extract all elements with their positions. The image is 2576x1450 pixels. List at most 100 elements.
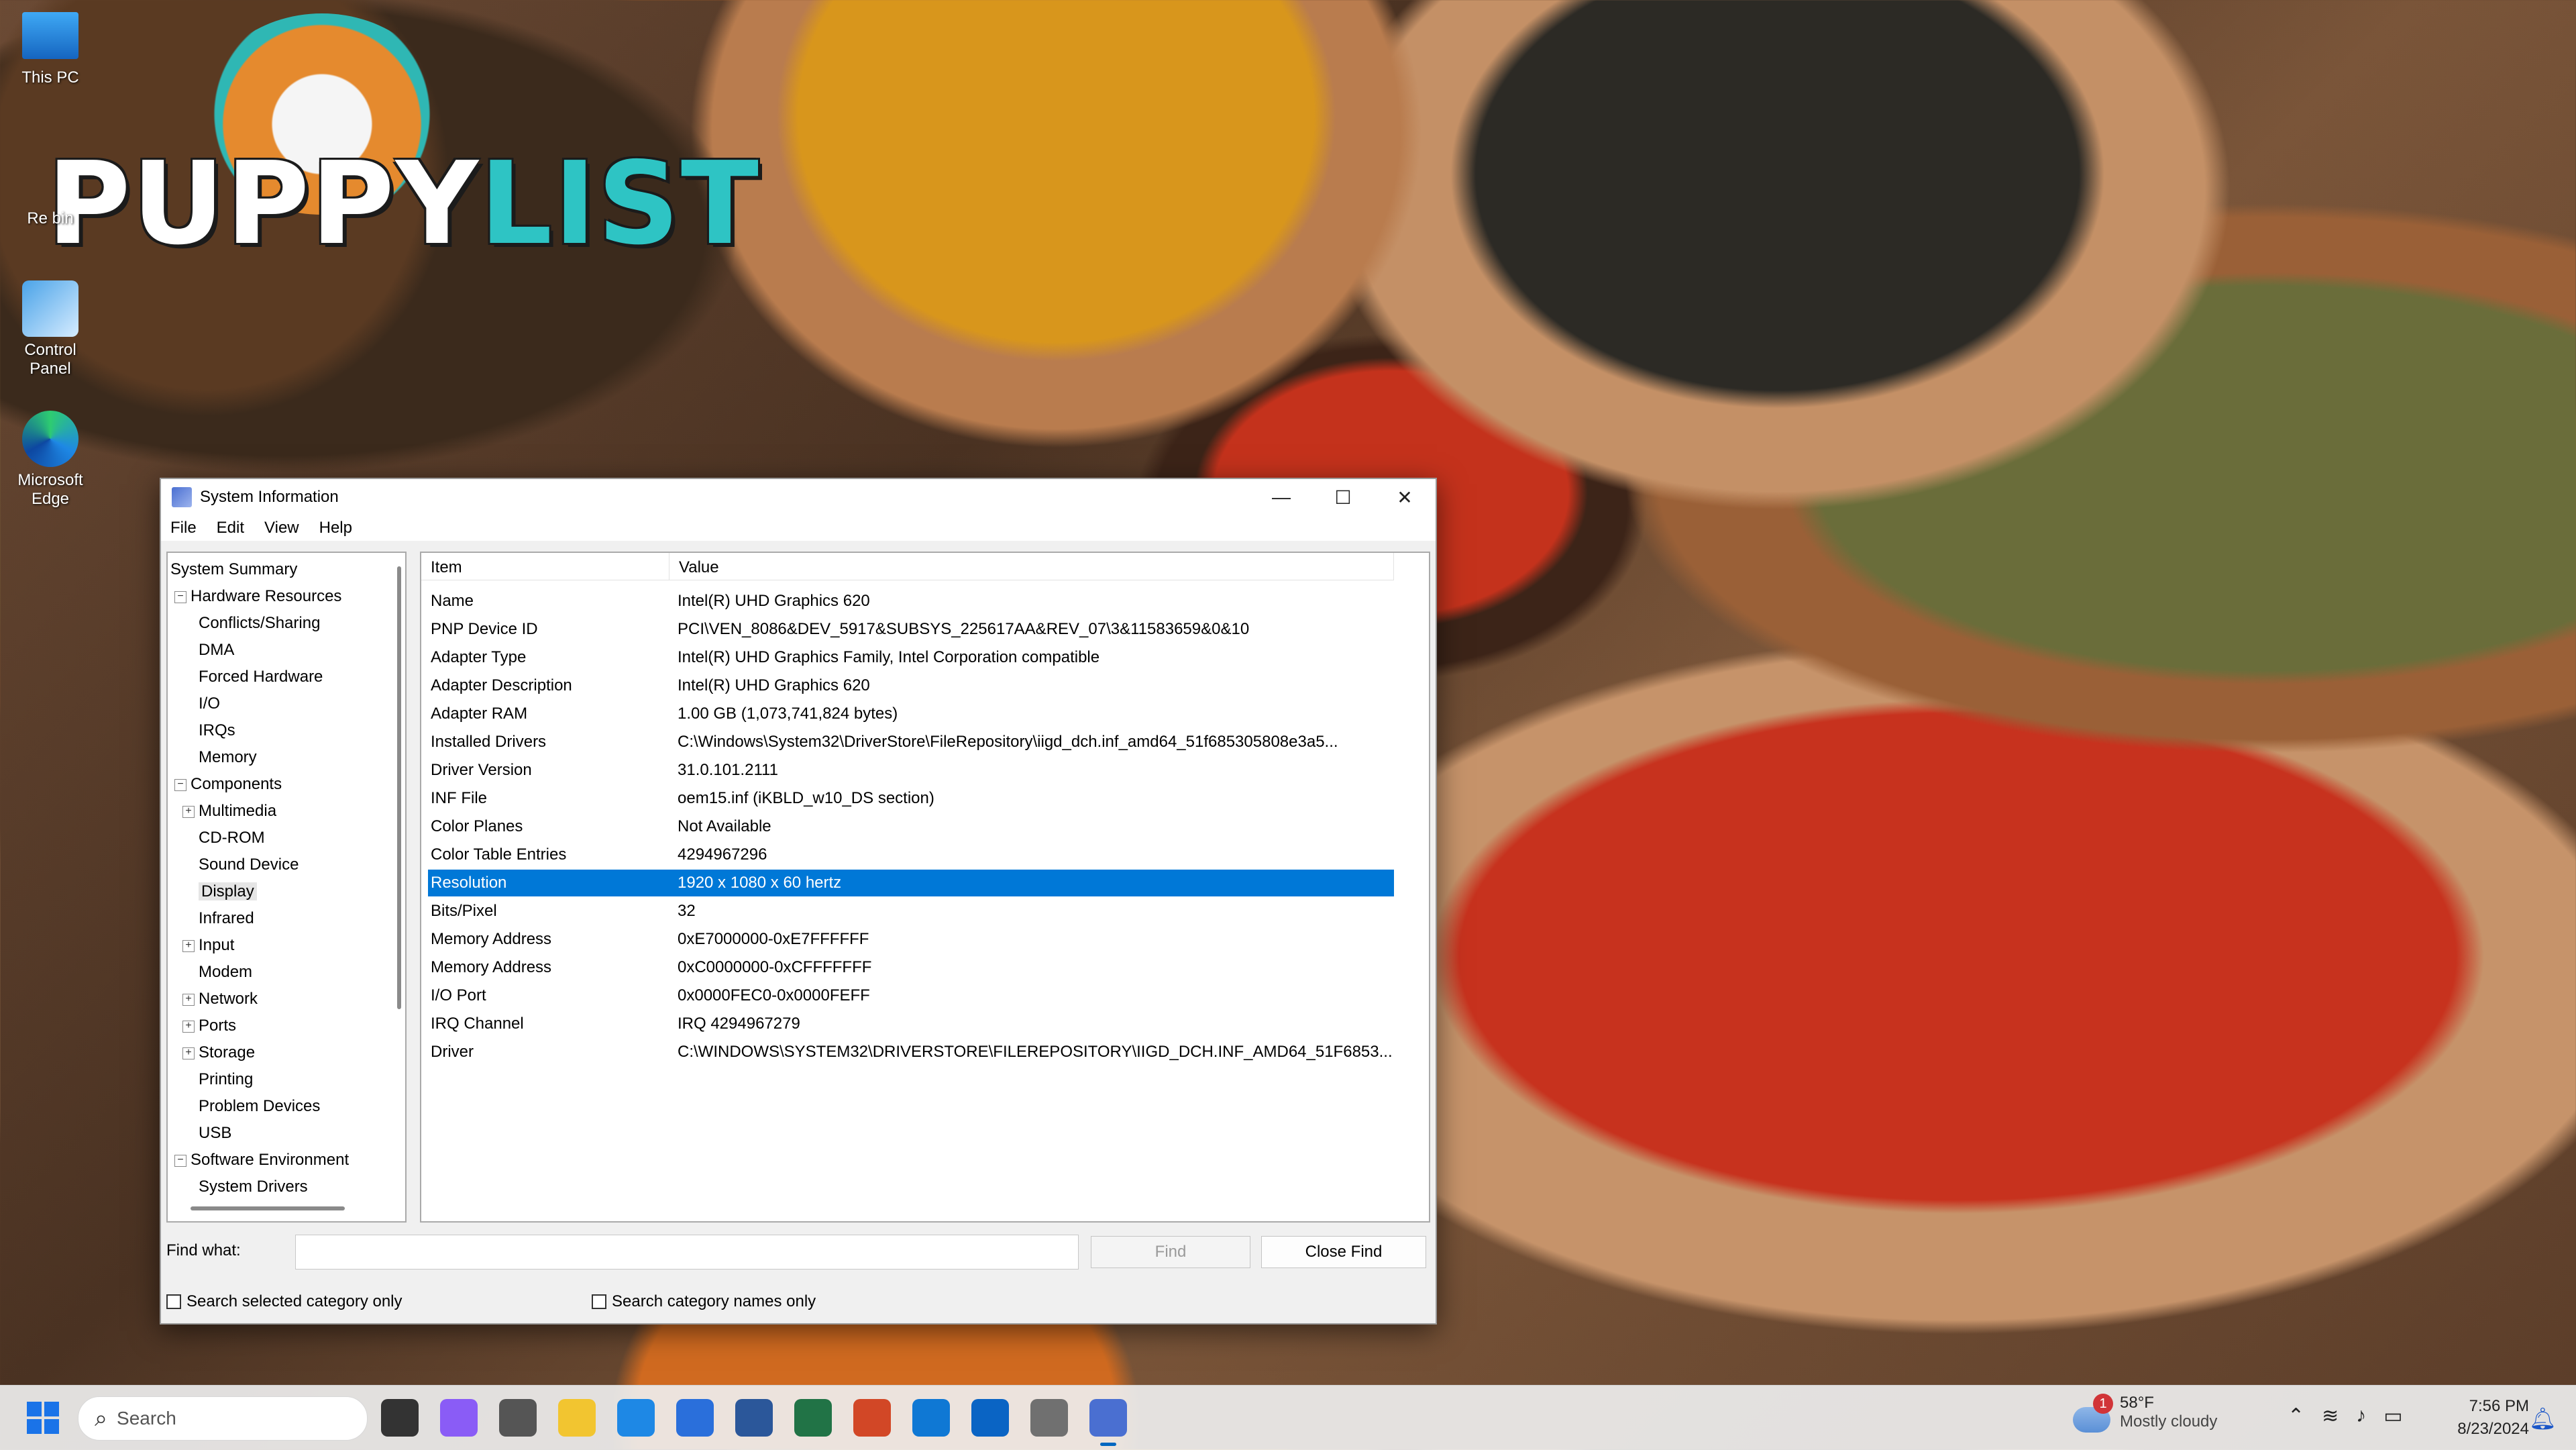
desktop-icon-this-pc[interactable]: This PC — [7, 12, 94, 87]
tree-item[interactable]: System Drivers — [199, 1174, 308, 1200]
list-row[interactable]: I/O Port 0x0000FEC0-0x0000FEFF — [428, 982, 1394, 1009]
list-row[interactable]: Adapter Type Intel(R) UHD Graphics Family… — [428, 644, 1394, 671]
expand-icon[interactable]: + — [182, 1020, 195, 1033]
tree-vertical-scrollbar[interactable] — [397, 566, 401, 1009]
tree-item[interactable]: + Ports — [182, 1013, 236, 1039]
list-row[interactable]: Color Planes Not Available — [428, 813, 1394, 840]
list-row[interactable]: INF File oem15.inf (iKBLD_w10_DS section) — [428, 785, 1394, 812]
tree-item[interactable]: + Storage — [182, 1040, 255, 1066]
taskbar-excel-icon[interactable] — [794, 1399, 832, 1437]
expand-icon[interactable]: + — [182, 993, 195, 1006]
taskbar-outlook-icon[interactable] — [971, 1399, 1009, 1437]
checkbox-box[interactable] — [166, 1294, 181, 1309]
category-tree[interactable]: System Summary − Hardware Resources Conflic… — [166, 552, 407, 1223]
maximize-button[interactable]: ☐ — [1312, 479, 1374, 515]
title-bar[interactable]: System Information — ☐ ✕ — [161, 479, 1436, 515]
taskbar-copilot-icon[interactable] — [440, 1399, 478, 1437]
taskbar-task-view-icon[interactable] — [381, 1399, 419, 1437]
expand-icon[interactable]: + — [182, 1047, 195, 1059]
tree-item[interactable]: Forced Hardware — [199, 664, 323, 690]
notification-bell-icon[interactable]: 🔔︎ — [2529, 1406, 2557, 1431]
column-header-item[interactable]: Item — [421, 553, 669, 580]
taskbar-file-explorer-icon[interactable] — [558, 1399, 596, 1437]
details-list[interactable]: Item Value Name Intel(R) UHD Graphics 620… — [420, 552, 1430, 1223]
menu-file[interactable]: File — [170, 519, 197, 537]
tree-item[interactable]: Infrared — [199, 906, 254, 931]
value-cell: PCI\VEN_8086&DEV_5917&SUBSYS_225617AA&RE… — [678, 620, 1250, 638]
tree-item[interactable]: + Network — [182, 986, 258, 1012]
expand-icon[interactable]: + — [182, 939, 195, 952]
taskbar-word-icon[interactable] — [735, 1399, 773, 1437]
list-row[interactable]: Driver Version 31.0.101.2111 — [428, 757, 1394, 784]
tree-item[interactable]: − Components — [174, 772, 282, 797]
tree-item[interactable]: Modem — [199, 960, 252, 985]
tree-item[interactable]: I/O — [199, 691, 220, 717]
menu-help[interactable]: Help — [319, 519, 352, 537]
brand-text-b: LIST — [479, 138, 760, 270]
search-selected-category-checkbox[interactable]: Search selected category only — [166, 1292, 402, 1311]
tree-item[interactable]: + Input — [182, 933, 234, 958]
clock[interactable]: 7:56 PM 8/23/2024 — [2435, 1395, 2529, 1441]
tree-item[interactable]: Problem Devices — [199, 1094, 320, 1119]
column-header-value[interactable]: Value — [669, 553, 1394, 580]
volume-icon[interactable]: ♪ — [2356, 1404, 2366, 1428]
taskbar-outlook-new-icon[interactable] — [912, 1399, 950, 1437]
menu-view[interactable]: View — [264, 519, 299, 537]
tree-item[interactable]: IRQs — [199, 718, 235, 743]
chevron-up-icon[interactable]: ⌃ — [2288, 1404, 2304, 1428]
menu-edit[interactable]: Edit — [217, 519, 244, 537]
taskbar-settings-icon[interactable] — [1030, 1399, 1068, 1437]
list-row[interactable]: Installed Drivers C:\Windows\System32\Dri… — [428, 729, 1394, 756]
system-information-window: System Information — ☐ ✕ File Edit View … — [160, 478, 1437, 1325]
checkbox-box[interactable] — [592, 1294, 606, 1309]
tree-item-label: CD-ROM — [199, 829, 265, 847]
tree-item[interactable]: − Hardware Resources — [174, 584, 341, 609]
desktop-icon-control-panel[interactable]: Control Panel — [7, 280, 94, 378]
collapse-icon[interactable]: − — [174, 590, 186, 603]
tree-item[interactable]: Memory — [199, 745, 257, 770]
list-row[interactable]: Color Table Entries 4294967296 — [428, 841, 1394, 868]
tree-horizontal-scrollbar[interactable] — [191, 1206, 345, 1210]
list-row[interactable]: Adapter Description Intel(R) UHD Graphics… — [428, 672, 1394, 699]
tree-item[interactable]: + Multimedia — [182, 798, 276, 824]
taskbar-edge-icon[interactable] — [617, 1399, 655, 1437]
list-row[interactable]: Bits/Pixel 32 — [428, 898, 1394, 925]
tree-item[interactable]: Sound Device — [199, 852, 299, 878]
battery-icon[interactable]: ▭ — [2383, 1404, 2402, 1428]
tree-item[interactable]: Conflicts/Sharing — [199, 611, 320, 636]
list-row[interactable]: Memory Address 0xC0000000-0xCFFFFFFF — [428, 954, 1394, 981]
tree-item[interactable]: Display — [199, 879, 257, 904]
collapse-icon[interactable]: − — [174, 778, 186, 791]
list-row[interactable]: PNP Device ID PCI\VEN_8086&DEV_5917&SUBSY… — [428, 616, 1394, 643]
list-row[interactable]: Adapter RAM 1.00 GB (1,073,741,824 bytes) — [428, 701, 1394, 727]
list-row[interactable]: IRQ Channel IRQ 4294967279 — [428, 1011, 1394, 1037]
taskbar-store-icon[interactable] — [676, 1399, 714, 1437]
tree-item[interactable]: CD-ROM — [199, 825, 265, 851]
desktop-icon-edge[interactable]: Microsoft Edge — [7, 411, 94, 509]
taskbar-search[interactable]: ⌕ Search — [78, 1396, 368, 1441]
taskbar-system-information-icon[interactable] — [1089, 1399, 1127, 1446]
weather-widget[interactable]: 1 58°F Mostly cloudy — [2066, 1394, 2217, 1433]
search-category-names-checkbox[interactable]: Search category names only — [592, 1292, 816, 1311]
list-row[interactable]: Resolution 1920 x 1080 x 60 hertz — [428, 870, 1394, 896]
tree-item[interactable]: − Software Environment — [174, 1147, 349, 1173]
wifi-icon[interactable]: ≋ — [2322, 1404, 2339, 1428]
taskbar-powerpoint-icon[interactable] — [853, 1399, 891, 1437]
expand-icon[interactable]: + — [182, 805, 195, 818]
find-input[interactable] — [295, 1235, 1079, 1270]
find-button[interactable]: Find — [1091, 1236, 1250, 1268]
taskbar-camera-icon[interactable] — [499, 1399, 537, 1437]
desktop-icon-recycle-bin[interactable]: Re bin — [7, 149, 94, 228]
list-row[interactable]: Memory Address 0xE7000000-0xE7FFFFFF — [428, 926, 1394, 953]
tree-item[interactable]: USB — [199, 1121, 231, 1146]
close-button[interactable]: ✕ — [1374, 479, 1436, 515]
minimize-button[interactable]: — — [1250, 479, 1312, 515]
list-row[interactable]: Driver C:\WINDOWS\SYSTEM32\DRIVERSTORE\FI… — [428, 1039, 1394, 1066]
tree-item[interactable]: Printing — [199, 1067, 253, 1092]
close-find-button[interactable]: Close Find — [1261, 1236, 1426, 1268]
list-row[interactable]: Name Intel(R) UHD Graphics 620 — [428, 588, 1394, 615]
tree-item[interactable]: System Summary — [170, 557, 297, 582]
collapse-icon[interactable]: − — [174, 1154, 186, 1167]
start-button[interactable] — [27, 1402, 59, 1434]
tree-item[interactable]: DMA — [199, 637, 234, 663]
